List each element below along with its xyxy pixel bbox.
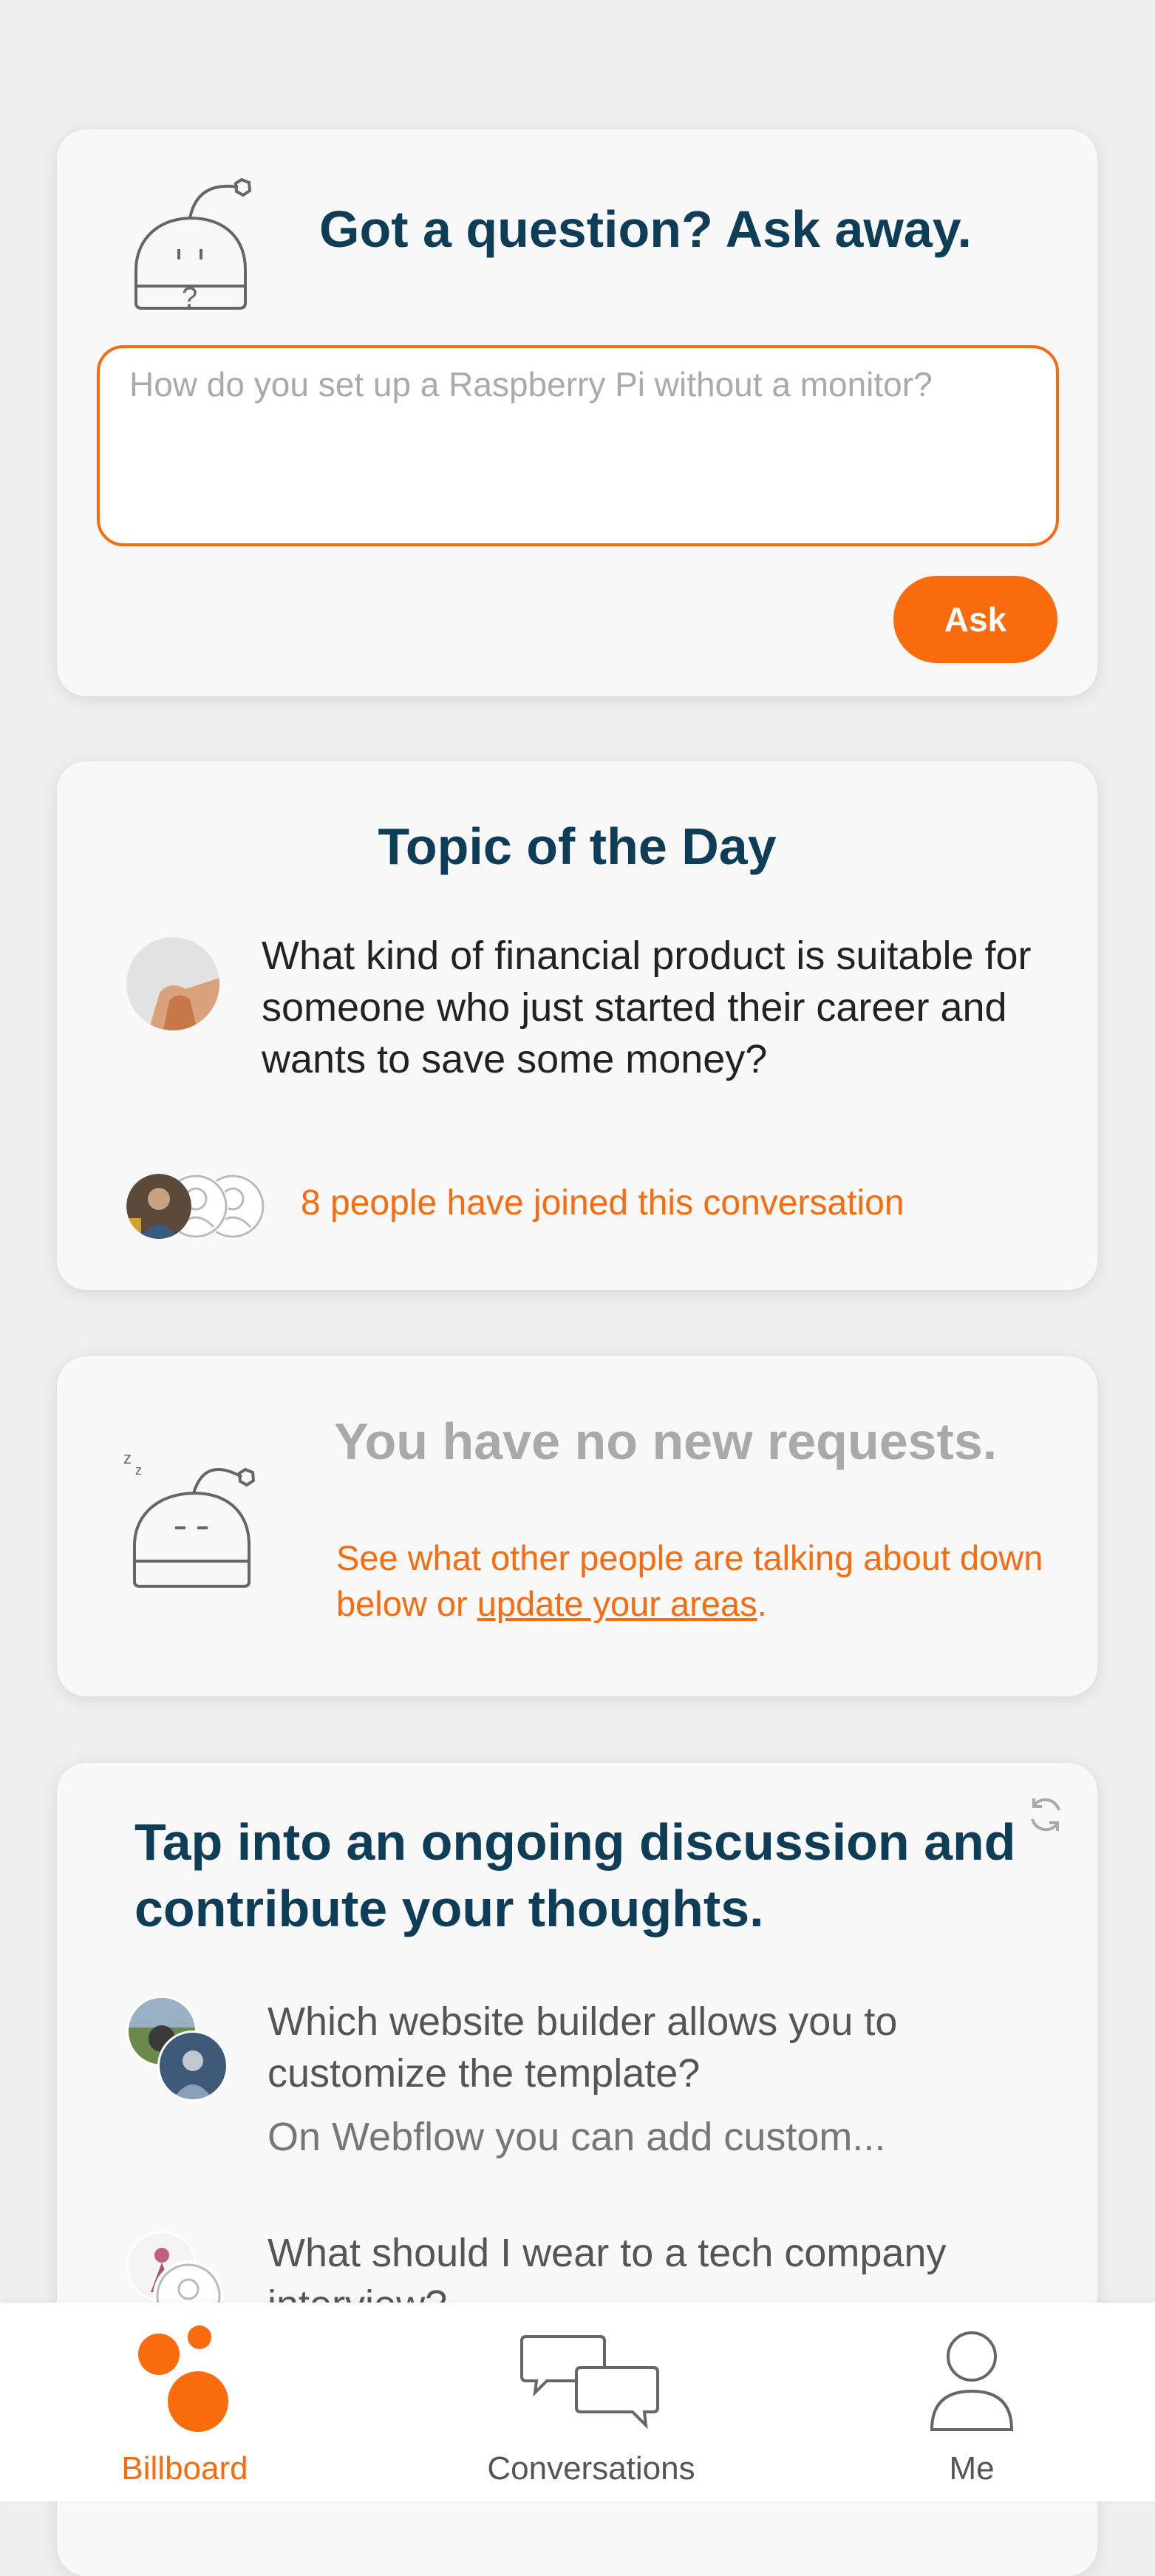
requests-subtitle: See what other people are talking about … [336,1535,1046,1627]
ask-button[interactable]: Ask [893,576,1057,663]
participant-avatar [126,1174,191,1239]
billboard-icon [138,2325,228,2432]
topic-of-the-day-card[interactable]: Topic of the Day What kind of financial … [57,761,1097,1290]
discussion-question[interactable]: Which website builder allows you to cust… [268,1996,1051,2099]
discussion-title: Tap into an ongoing discussion and contr… [134,1813,1016,1937]
ask-question-card: ? Got a question? Ask away. Ask [57,129,1097,696]
nav-conversations[interactable]: Conversations [480,2303,702,2501]
nav-billboard[interactable]: Billboard [96,2303,273,2501]
sleeping-robot-icon: z z [123,1449,256,1588]
profile-icon [930,2331,1014,2431]
topic-title: Topic of the Day [378,818,777,875]
conversations-icon [520,2335,659,2430]
discussion-answer-preview: On Webflow you can add custom... [268,2115,886,2159]
nav-label-conversations: Conversations [487,2450,695,2487]
requests-subtitle-end: . [757,1584,767,1623]
topic-avatar [126,937,219,1030]
no-requests-title: You have no new requests. [334,1413,998,1470]
svg-text:z: z [135,1463,142,1478]
participant-avatars [126,1174,282,1245]
topic-question[interactable]: What kind of financial product is suitab… [262,930,1038,1085]
joined-conversation-link[interactable]: 8 people have joined this conversation [301,1183,904,1223]
requests-card: z z You have no new requests. See what o… [57,1356,1097,1696]
nav-label-billboard: Billboard [121,2450,248,2487]
discussion-avatar [157,2030,228,2101]
bottom-nav: Billboard Conversations Me [0,2303,1155,2501]
nav-label-me: Me [949,2450,995,2487]
update-areas-link[interactable]: update your areas [477,1584,757,1623]
ask-title: Got a question? Ask away. [319,200,972,258]
refresh-icon[interactable] [1023,1792,1068,1837]
question-input[interactable] [97,345,1059,546]
svg-text:z: z [123,1449,132,1467]
robot-question-icon: ? [134,177,252,313]
svg-text:?: ? [182,282,197,313]
nav-me[interactable]: Me [905,2303,1038,2501]
